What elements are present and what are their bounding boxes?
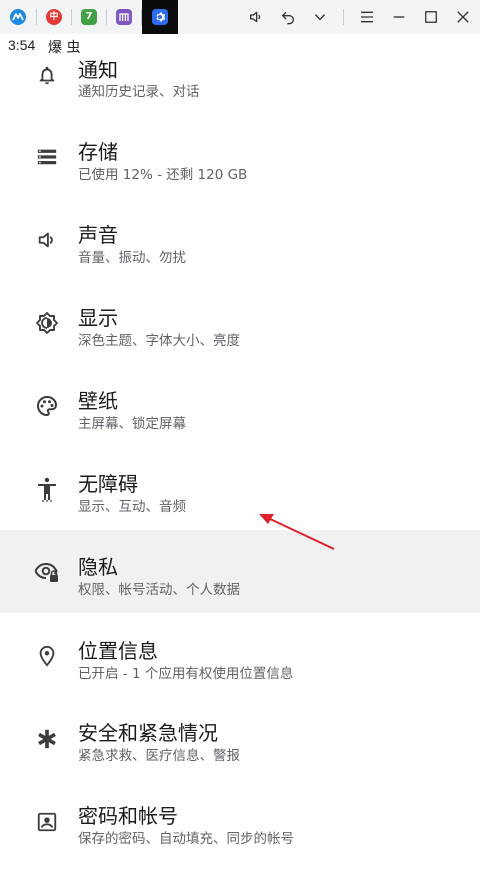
status-bar: 3:54 爆 虫 bbox=[0, 34, 480, 58]
status-time: 3:54 bbox=[8, 37, 36, 53]
status-notification-icons: 爆 虫 bbox=[48, 40, 81, 56]
annotation-arrow bbox=[259, 514, 335, 550]
